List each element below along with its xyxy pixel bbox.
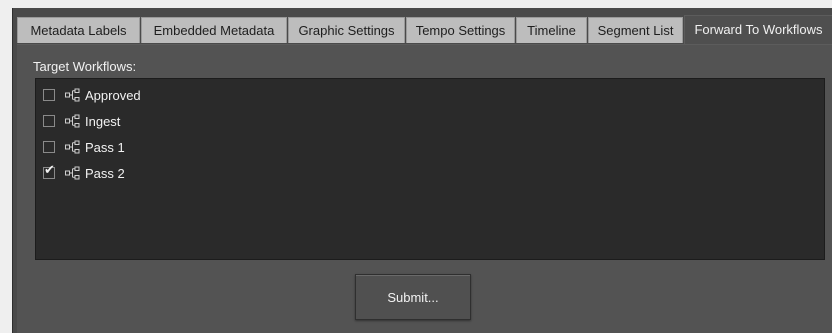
workflow-icon: [65, 140, 80, 154]
workflow-item-pass-2[interactable]: ✔ Pass 2: [36, 162, 336, 184]
workflow-label: Ingest: [85, 113, 121, 129]
checkbox-pass-1[interactable]: [43, 141, 55, 153]
tab-embedded-metadata[interactable]: Embedded Metadata: [141, 17, 287, 43]
tab-bar: Metadata Labels Embedded Metadata Graphi…: [13, 8, 832, 44]
checkmark-icon: ✔: [44, 163, 55, 178]
workflow-icon: [65, 114, 80, 128]
workflow-label: Pass 2: [85, 165, 125, 181]
workflow-icon: [65, 166, 80, 180]
workflow-list[interactable]: Approved Ingest Pass 1 ✔ Pass 2: [35, 78, 825, 260]
tab-metadata-labels[interactable]: Metadata Labels: [17, 17, 140, 43]
workflow-label: Approved: [85, 87, 141, 103]
checkbox-approved[interactable]: [43, 89, 55, 101]
checkbox-ingest[interactable]: [43, 115, 55, 127]
tab-timeline[interactable]: Timeline: [516, 17, 587, 43]
workflow-item-approved[interactable]: Approved: [36, 84, 336, 106]
tab-tempo-settings[interactable]: Tempo Settings: [406, 17, 515, 43]
tab-segment-list[interactable]: Segment List: [588, 17, 683, 43]
workflow-item-ingest[interactable]: Ingest: [36, 110, 336, 132]
tab-forward-to-workflows[interactable]: Forward To Workflows: [684, 15, 832, 44]
workflow-icon: [65, 88, 80, 102]
checkbox-pass-2[interactable]: ✔: [43, 163, 55, 179]
forward-to-workflows-panel: Target Workflows: Approved Ingest Pass 1…: [17, 44, 832, 333]
tab-graphic-settings[interactable]: Graphic Settings: [288, 17, 405, 43]
workflow-label: Pass 1: [85, 139, 125, 155]
workflow-item-pass-1[interactable]: Pass 1: [36, 136, 336, 158]
submit-button[interactable]: Submit...: [355, 274, 471, 320]
target-workflows-label: Target Workflows:: [33, 59, 137, 74]
metadata-window: Metadata Labels Embedded Metadata Graphi…: [12, 8, 832, 333]
